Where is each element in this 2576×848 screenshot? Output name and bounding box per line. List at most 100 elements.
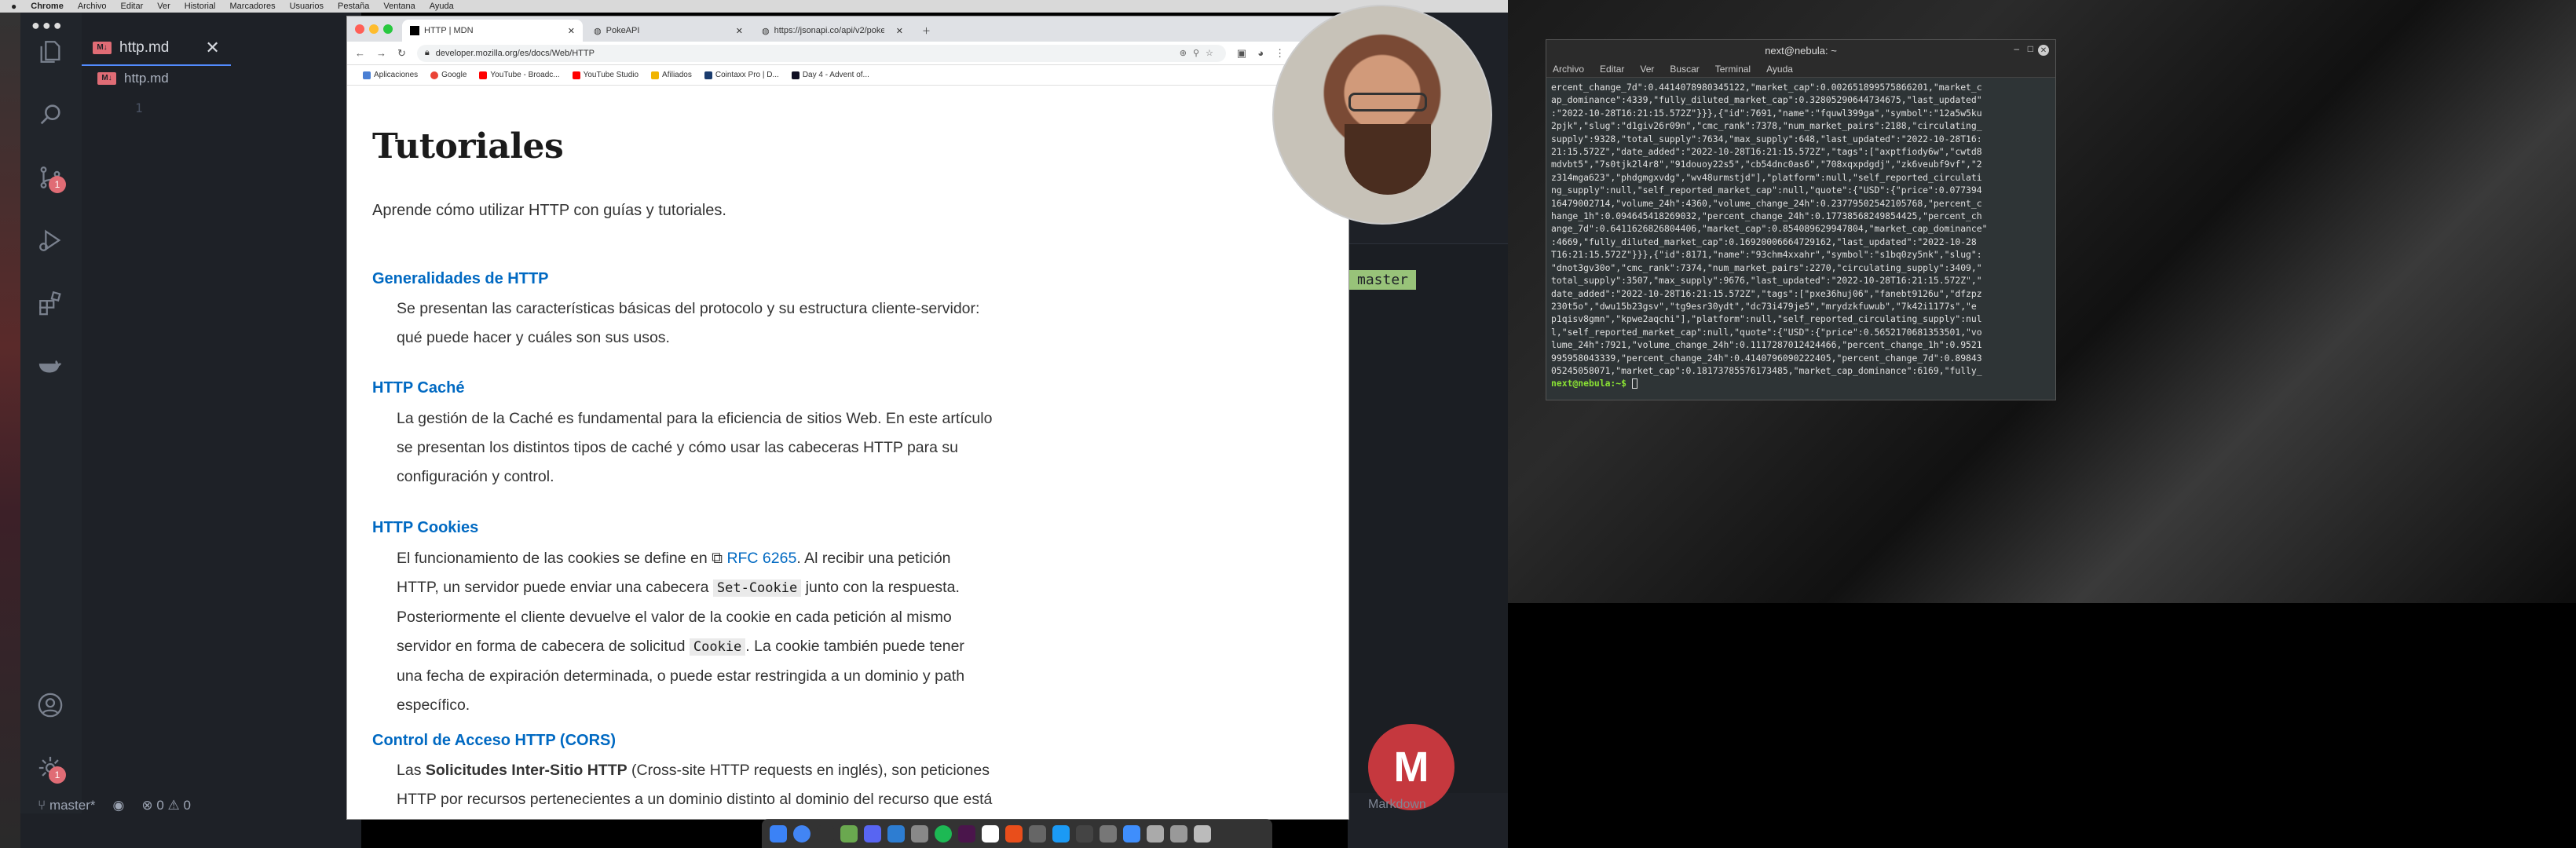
youtube-icon	[572, 71, 580, 79]
breadcrumb[interactable]: M↓ http.md	[97, 71, 169, 86]
menu-item-ayuda[interactable]: Ayuda	[430, 2, 454, 11]
app-icon[interactable]	[1170, 824, 1187, 843]
reload-icon[interactable]: ↻	[397, 47, 406, 60]
slack-icon[interactable]	[958, 824, 975, 843]
google-icon	[430, 71, 439, 79]
app-icon[interactable]	[911, 824, 928, 843]
menu-item-usuarios[interactable]: Usuarios	[290, 2, 324, 11]
discord-icon[interactable]	[864, 824, 881, 843]
forward-icon[interactable]: →	[376, 47, 386, 59]
extensions-icon[interactable]: ▣	[1237, 47, 1246, 60]
section-heading-cache[interactable]: HTTP Caché	[372, 379, 464, 397]
terminal-menu-editar[interactable]: Editar	[1600, 64, 1624, 75]
browser-tab-pokeapi[interactable]: ◍ PokeAPI ✕	[586, 20, 751, 42]
terminal-menu-ver[interactable]: Ver	[1640, 64, 1654, 75]
git-branch-status[interactable]: ⑂ master*	[38, 798, 96, 813]
app-icon[interactable]	[1005, 824, 1023, 843]
chrome-icon[interactable]	[793, 824, 810, 843]
menu-item-historial[interactable]: Historial	[185, 2, 216, 11]
globe-icon: ◍	[594, 26, 602, 36]
markdown-file-icon: M↓	[97, 72, 116, 85]
section-heading-cors[interactable]: Control de Acceso HTTP (CORS)	[372, 732, 616, 750]
app-icon[interactable]	[1100, 824, 1117, 843]
source-control-icon[interactable]: 1	[33, 160, 68, 195]
menu-item-editar[interactable]: Editar	[121, 2, 144, 11]
menu-item-ver[interactable]: Ver	[157, 2, 170, 11]
bookmark-afiliados[interactable]: Afiliados	[651, 71, 692, 79]
search-icon[interactable]	[33, 97, 68, 132]
terminal-title: next@nebula: ~	[1765, 44, 1837, 57]
bookmark-youtube-broadcast[interactable]: YouTube - Broadc...	[479, 71, 560, 79]
new-tab-button[interactable]: ＋	[914, 20, 939, 42]
terminal-output[interactable]: ercent_change_7d":0.4414078980345122,"ma…	[1546, 78, 2055, 396]
rfc-6265-link[interactable]: RFC 6265	[726, 550, 796, 567]
explorer-icon[interactable]	[33, 35, 68, 69]
bookmark-cointaxx[interactable]: Cointaxx Pro | D...	[704, 71, 779, 79]
settings-badge: 1	[49, 766, 66, 784]
lock-icon: 🔒︎	[424, 48, 430, 57]
macos-menubar: ● Chrome Archivo Editar Ver Historial Ma…	[0, 0, 1508, 13]
terminal-output-text: ercent_change_7d":0.4414078980345122,"ma…	[1551, 82, 1988, 376]
appstore-icon[interactable]	[1052, 824, 1070, 843]
terminal-menu-ayuda[interactable]: Ayuda	[1766, 64, 1793, 75]
section-heading-generalidades[interactable]: Generalidades de HTTP	[372, 270, 549, 288]
apple-menu-icon[interactable]: ●	[11, 1, 16, 12]
terminal-menu-archivo[interactable]: Archivo	[1553, 64, 1584, 75]
editor-tab-http-md[interactable]: M↓ http.md ✕	[82, 31, 231, 66]
minimize-window-icon[interactable]	[369, 24, 379, 34]
extensions-icon[interactable]	[33, 286, 68, 320]
app-icon[interactable]	[1029, 824, 1046, 843]
address-bar-actions-icon[interactable]: ⊕⚲☆	[1180, 48, 1226, 58]
address-bar[interactable]: 🔒︎ developer.mozilla.org/es/docs/Web/HTT…	[416, 44, 1226, 62]
close-tab-icon[interactable]: ✕	[568, 26, 575, 36]
menu-item-archivo[interactable]: Archivo	[78, 2, 107, 11]
back-icon[interactable]: ←	[355, 47, 365, 59]
finder-icon[interactable]	[770, 824, 787, 843]
bookmarks-bar: Aplicaciones Google YouTube - Broadc... …	[347, 65, 1348, 86]
account-icon[interactable]	[33, 688, 68, 722]
minimize-icon[interactable]: –	[2014, 43, 2019, 54]
markdown-label: Markdown	[1368, 798, 1426, 811]
problems-status[interactable]: ⊗ 0 ⚠ 0	[141, 798, 191, 813]
close-tab-icon[interactable]: ✕	[896, 26, 903, 36]
section-heading-cookies[interactable]: HTTP Cookies	[372, 519, 478, 537]
maximize-icon[interactable]: □	[2028, 43, 2033, 54]
live-share-icon[interactable]: ◉	[113, 798, 125, 813]
menu-item-ventana[interactable]: Ventana	[383, 2, 415, 11]
terminal-icon[interactable]	[817, 824, 834, 843]
bookmark-youtube-studio[interactable]: YouTube Studio	[572, 71, 639, 79]
close-tab-icon[interactable]: ✕	[736, 26, 743, 36]
close-tab-icon[interactable]: ✕	[205, 38, 219, 58]
menu-item-pestana[interactable]: Pestaña	[338, 2, 369, 11]
obs-icon[interactable]	[1076, 824, 1093, 843]
app-icon[interactable]	[1147, 824, 1164, 843]
menu-item-app[interactable]: Chrome	[31, 2, 64, 11]
menu-item-marcadores[interactable]: Marcadores	[230, 2, 276, 11]
settings-gear-icon[interactable]: 1	[33, 751, 68, 785]
close-window-icon[interactable]	[355, 24, 364, 34]
close-icon[interactable]: ✕	[2038, 45, 2049, 56]
app-icon[interactable]	[840, 824, 858, 843]
run-debug-icon[interactable]	[33, 223, 68, 258]
vscode-icon[interactable]	[887, 824, 905, 843]
advent-icon	[791, 71, 800, 79]
browser-tab-label: PokeAPI	[606, 26, 640, 35]
bookmark-advent-of-code[interactable]: Day 4 - Advent of...	[791, 71, 869, 79]
terminal-menu-buscar[interactable]: Buscar	[1670, 64, 1699, 75]
page-title: Tutoriales	[372, 126, 564, 166]
bookmark-google[interactable]: Google	[430, 71, 467, 79]
notion-icon[interactable]	[982, 824, 999, 843]
window-controls-icon[interactable]: ●●●	[31, 17, 64, 34]
bookmark-apps[interactable]: Aplicaciones	[363, 71, 418, 79]
terminal-menu-terminal[interactable]: Terminal	[1715, 64, 1751, 75]
docker-icon[interactable]	[33, 349, 68, 383]
spotify-icon[interactable]	[935, 824, 952, 843]
more-menu-icon[interactable]: ⋮	[1275, 47, 1285, 60]
browser-tab-json[interactable]: ◍ https://jsonapi.co/api/v2/pokem... ✕	[754, 20, 911, 42]
trash-icon[interactable]	[1194, 824, 1211, 843]
cointaxx-icon	[704, 71, 712, 79]
folder-icon[interactable]	[1123, 824, 1140, 843]
browser-tab-mdn[interactable]: HTTP | MDN ✕	[402, 20, 583, 42]
profile-icon[interactable]: ◕	[1257, 47, 1264, 59]
maximize-window-icon[interactable]	[383, 24, 393, 34]
